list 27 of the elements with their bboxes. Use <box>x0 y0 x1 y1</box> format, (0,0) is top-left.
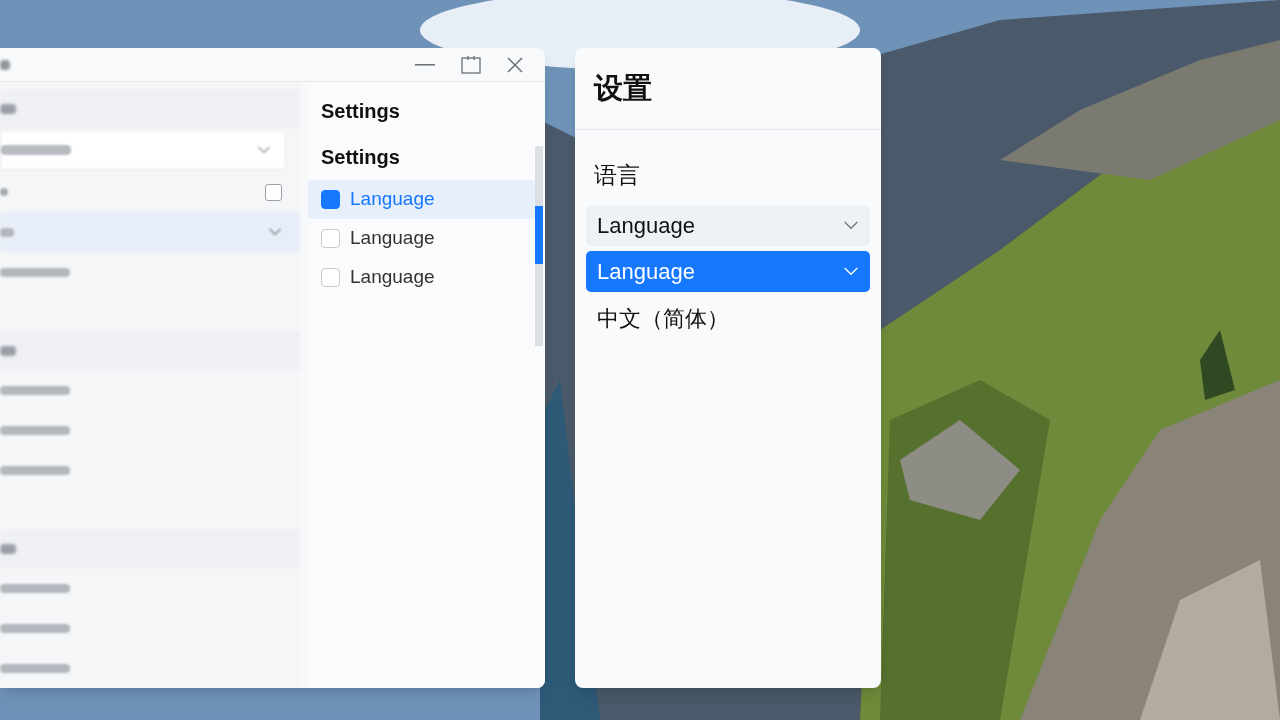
language-option[interactable]: 中文（简体） <box>586 296 870 341</box>
checkbox[interactable] <box>321 229 340 248</box>
list-item[interactable] <box>0 212 300 252</box>
close-icon[interactable] <box>507 56 523 73</box>
section-title: Settings <box>320 145 401 170</box>
panel-title: 设置 <box>594 70 652 106</box>
dropdown[interactable] <box>0 130 286 170</box>
scrollbar[interactable] <box>535 146 543 346</box>
blurred-title <box>0 59 10 70</box>
checkbox[interactable] <box>265 183 282 201</box>
chevron-down-icon <box>257 146 271 154</box>
maximize-icon[interactable] <box>461 54 481 75</box>
language-dropdown[interactable]: Language <box>586 250 870 292</box>
check-icon <box>268 228 282 236</box>
chevron-down-icon <box>843 220 859 230</box>
list-item[interactable]: Language <box>308 258 535 297</box>
pane-title: Settings <box>320 99 401 124</box>
section-title: 语言 <box>593 161 641 190</box>
blurred-label <box>0 188 8 196</box>
scrollbar-thumb[interactable] <box>535 206 543 264</box>
list-item[interactable]: Language <box>308 219 535 258</box>
minimize-icon[interactable] <box>415 63 435 66</box>
checkbox[interactable] <box>321 268 340 287</box>
list-item[interactable]: Language <box>308 180 535 219</box>
checkbox[interactable] <box>321 190 340 209</box>
language-dropdown[interactable]: Language <box>586 204 870 246</box>
chevron-down-icon <box>843 266 859 276</box>
